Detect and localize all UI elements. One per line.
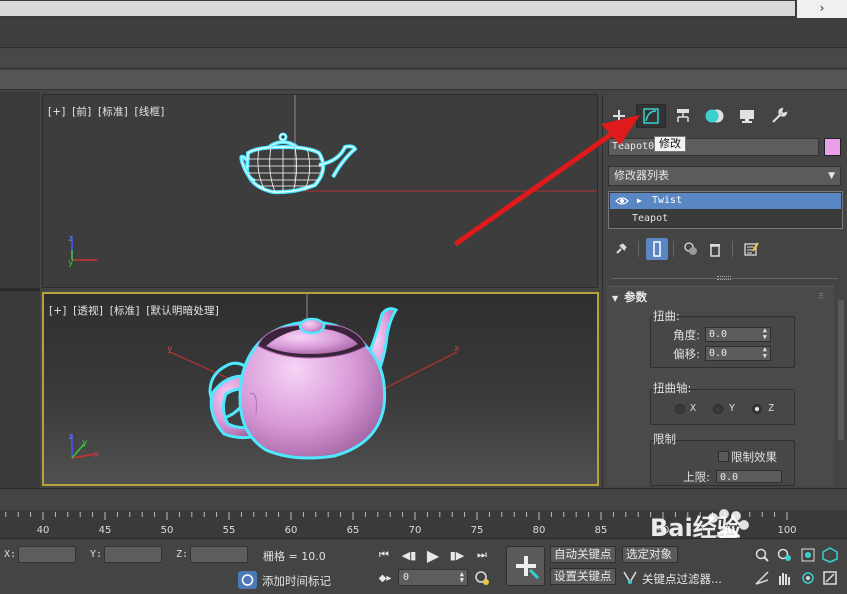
annotation-arrow — [454, 115, 640, 246]
